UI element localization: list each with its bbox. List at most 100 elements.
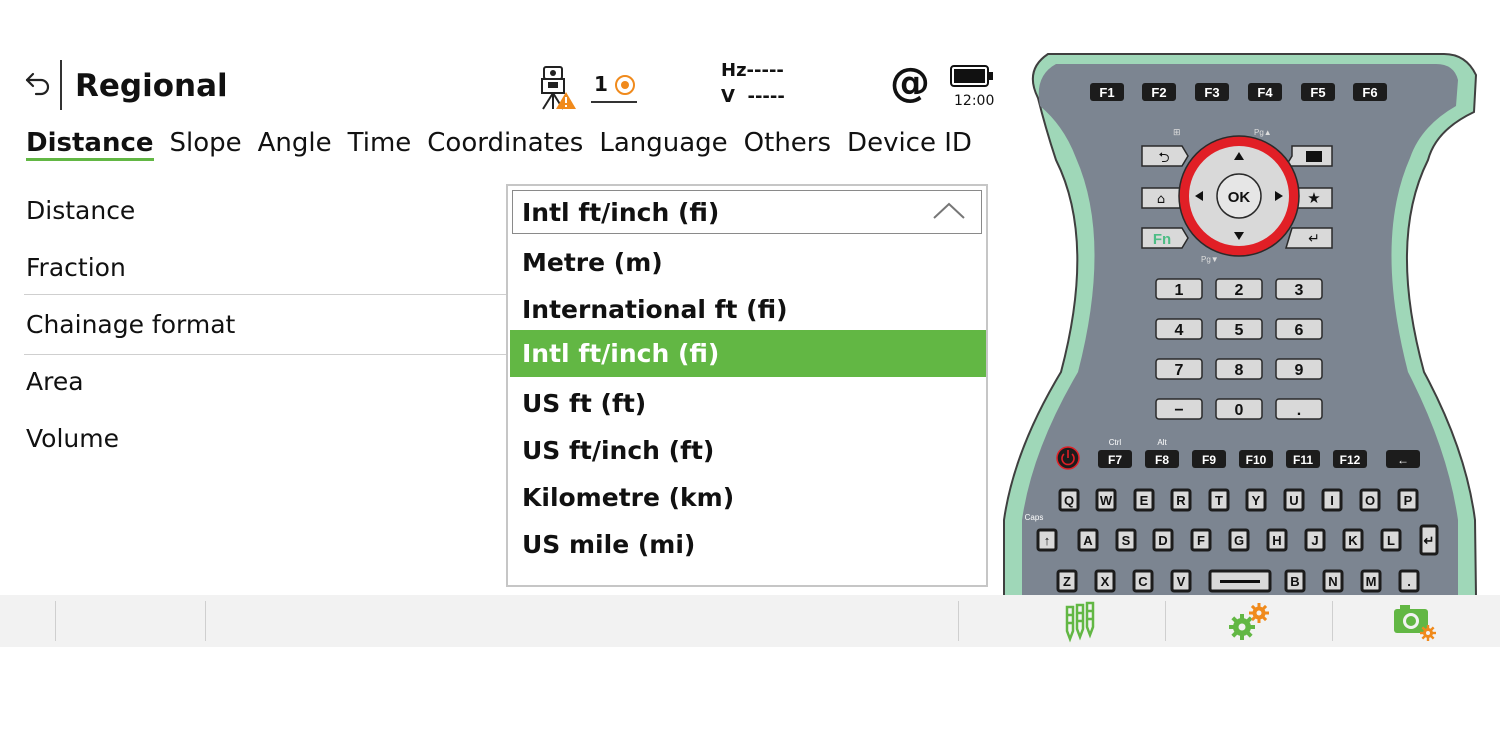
total-station-warning-icon[interactable]: [533, 63, 577, 111]
svg-text:−: −: [1174, 402, 1183, 419]
toolbar-separator: [205, 601, 206, 641]
svg-text:W: W: [1100, 493, 1113, 508]
svg-text:7: 7: [1175, 362, 1184, 379]
svg-text:N: N: [1328, 574, 1337, 589]
svg-text:Y: Y: [1252, 493, 1261, 508]
toolbar-separator: [55, 601, 56, 641]
svg-text:Q: Q: [1064, 493, 1074, 508]
svg-text:⌂: ⌂: [1157, 192, 1165, 207]
svg-text:V: V: [1177, 574, 1186, 589]
svg-text:Alt: Alt: [1157, 438, 1167, 447]
tab-others[interactable]: Others: [744, 128, 831, 161]
svg-text:9: 9: [1295, 362, 1304, 379]
toolbar-separator: [1332, 601, 1333, 641]
svg-text:C: C: [1138, 574, 1148, 589]
svg-text:Z: Z: [1063, 574, 1071, 589]
dropdown-option-metre[interactable]: Metre (m): [510, 239, 986, 286]
svg-text:4: 4: [1175, 322, 1184, 339]
svg-text:.: .: [1407, 574, 1411, 589]
chevron-up-icon[interactable]: [931, 199, 967, 223]
dropdown-option-intl-ft-inch[interactable]: Intl ft/inch (fi): [510, 330, 986, 377]
svg-text:E: E: [1140, 493, 1149, 508]
svg-text:1: 1: [1175, 282, 1184, 299]
svg-text:6: 6: [1295, 322, 1304, 339]
svg-text:F: F: [1197, 533, 1205, 548]
svg-text:H: H: [1272, 533, 1281, 548]
row-divider: [24, 354, 508, 355]
controller-keypad-illustration: F1 F2 F3 F4 F5 F6 Fn ⮌ ⌂ ★ ↵ ⊞ Pg▲ Pg▼ O…: [1003, 53, 1478, 596]
dropdown-option-kilometre[interactable]: Kilometre (km): [510, 474, 986, 521]
svg-text:3: 3: [1295, 282, 1304, 299]
tab-angle[interactable]: Angle: [258, 128, 332, 161]
svg-text:5: 5: [1235, 322, 1244, 339]
svg-text:O: O: [1365, 493, 1375, 508]
svg-text:★: ★: [1307, 189, 1320, 207]
svg-text:M: M: [1366, 574, 1377, 589]
survey-stakes-icon[interactable]: [1055, 599, 1105, 643]
svg-text:↵: ↵: [1308, 231, 1320, 247]
tab-time[interactable]: Time: [348, 128, 412, 161]
setting-chainage-format-label[interactable]: Chainage format: [26, 310, 235, 339]
svg-text:P: P: [1404, 493, 1413, 508]
svg-text:F11: F11: [1293, 453, 1313, 467]
toolbar-separator: [1165, 601, 1166, 641]
tab-distance[interactable]: Distance: [26, 128, 154, 161]
dropdown-option-us-mile[interactable]: US mile (mi): [510, 521, 986, 568]
svg-text:U: U: [1289, 493, 1298, 508]
settings-gears-icon[interactable]: [1224, 599, 1274, 643]
prism-target-icon: [615, 75, 635, 95]
svg-text:X: X: [1101, 574, 1110, 589]
battery-icon[interactable]: [950, 64, 994, 88]
hz-readout: Hz-----: [721, 60, 784, 81]
setting-fraction-label[interactable]: Fraction: [26, 253, 126, 282]
connection-at-icon[interactable]: @: [890, 60, 930, 106]
svg-text:↑: ↑: [1044, 533, 1051, 548]
dropdown-selected-field[interactable]: Intl ft/inch (fi): [512, 190, 982, 234]
settings-tabs: Distance Slope Angle Time Coordinates La…: [26, 128, 972, 161]
setting-volume-label[interactable]: Volume: [26, 424, 119, 453]
target-count: 1: [594, 72, 608, 96]
svg-text:Pg▲: Pg▲: [1254, 128, 1272, 137]
svg-text:F1: F1: [1099, 85, 1114, 100]
tab-device-id[interactable]: Device ID: [847, 128, 972, 161]
svg-text:F3: F3: [1204, 85, 1219, 100]
dropdown-option-international-ft[interactable]: International ft (fi): [510, 286, 986, 333]
camera-settings-icon[interactable]: [1390, 599, 1440, 643]
navigation-ring: OK: [1178, 135, 1300, 257]
svg-text:F6: F6: [1362, 85, 1377, 100]
svg-text:F9: F9: [1202, 453, 1216, 467]
page-title: Regional: [75, 68, 228, 104]
tab-language[interactable]: Language: [599, 128, 727, 161]
setting-area-label[interactable]: Area: [26, 367, 84, 396]
tab-coordinates[interactable]: Coordinates: [427, 128, 583, 161]
svg-text:.: .: [1297, 402, 1301, 419]
svg-text:0: 0: [1235, 402, 1244, 419]
back-arrow-icon[interactable]: [24, 68, 52, 96]
bottom-toolbar: [0, 595, 1500, 647]
svg-text:F12: F12: [1340, 453, 1361, 467]
svg-text:⮌: ⮌: [1158, 150, 1169, 166]
svg-text:Caps: Caps: [1025, 513, 1044, 522]
dropdown-selected-value: Intl ft/inch (fi): [522, 198, 720, 227]
toolbar-separator: [958, 601, 959, 641]
fn-key-label: Fn: [1153, 231, 1171, 248]
svg-text:⊞: ⊞: [1173, 128, 1181, 138]
dropdown-option-us-ft[interactable]: US ft (ft): [510, 380, 986, 427]
ok-key-label: OK: [1228, 189, 1251, 206]
target-underline: [591, 101, 637, 103]
distance-unit-dropdown: Intl ft/inch (fi) Metre (m) Internationa…: [506, 184, 988, 587]
dropdown-option-us-ft-inch[interactable]: US ft/inch (ft): [510, 427, 986, 474]
svg-text:J: J: [1311, 533, 1318, 548]
header-separator: [60, 60, 62, 110]
svg-text:2: 2: [1235, 282, 1244, 299]
setting-distance-label[interactable]: Distance: [26, 196, 135, 225]
row-divider: [24, 294, 508, 295]
svg-text:F7: F7: [1108, 453, 1122, 467]
svg-text:R: R: [1176, 493, 1186, 508]
tab-slope[interactable]: Slope: [170, 128, 242, 161]
svg-text:T: T: [1215, 493, 1223, 508]
svg-text:S: S: [1122, 533, 1131, 548]
svg-text:I: I: [1330, 493, 1334, 508]
svg-text:←: ←: [1397, 453, 1409, 467]
svg-text:F4: F4: [1257, 85, 1273, 100]
